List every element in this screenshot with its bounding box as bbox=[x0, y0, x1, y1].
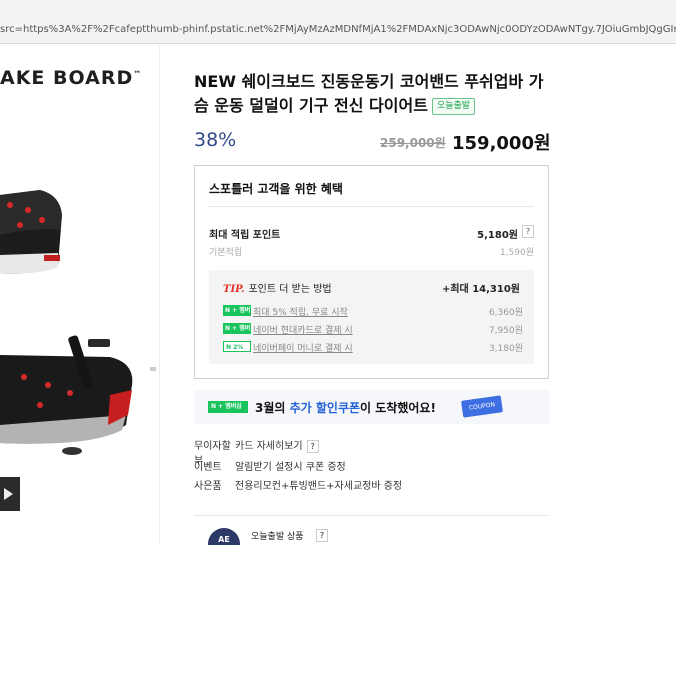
points-tip-box: TIP. 포인트 더 받는 방법 +최대 14,310원 N + 멤버십 최대 5… bbox=[209, 270, 534, 364]
store-logo: AE bbox=[208, 528, 240, 545]
tip-value: 6,360원 bbox=[488, 308, 523, 318]
tip-heading: TIP. 포인트 더 받는 방법 bbox=[223, 284, 332, 295]
browser-address-bar[interactable]: src=https%3A%2F%2Fcafeptthumb-phinf.psta… bbox=[0, 0, 676, 44]
benefit-title: 스포틀러 고객을 위한 혜택 bbox=[209, 182, 343, 196]
tip-row-card[interactable]: N + 멤버십 네이버 현대카드로 결제 시 7,950원 bbox=[223, 322, 523, 343]
benefit-divider bbox=[209, 206, 534, 207]
base-points-value: 1,590원 bbox=[499, 248, 534, 258]
naver-membership-icon: N + 멤버십 bbox=[223, 305, 251, 325]
blank-area bbox=[0, 545, 676, 676]
coupon-banner[interactable]: N + 멤버십 3월의 추가 할인쿠폰이 도착했어요! COUPON bbox=[194, 390, 549, 424]
tip-max-value: +최대 14,310원 bbox=[441, 284, 520, 295]
meta-value: 알림받기 설정시 쿠폰 증정 bbox=[235, 462, 346, 473]
benefit-box: 스포틀러 고객을 위한 혜택 최대 적립 포인트 5,180원 ? 기본적립 1… bbox=[194, 165, 549, 379]
store-name[interactable]: 오늘출발 상품 bbox=[251, 529, 304, 542]
tip-value: 3,180원 bbox=[488, 344, 523, 354]
coupon-ticket-icon: COUPON bbox=[461, 395, 503, 418]
shake-board-image bbox=[0, 190, 156, 455]
meta-key: 사은품 bbox=[194, 481, 222, 492]
max-points-value: 5,180원 bbox=[477, 230, 518, 241]
meta-key: 이벤트 bbox=[194, 462, 222, 473]
max-points-label: 최대 적립 포인트 bbox=[209, 230, 281, 241]
naver-pay-icon: N 2% bbox=[223, 341, 251, 352]
original-price: 259,000원 bbox=[380, 136, 446, 150]
store-help-icon[interactable]: ? bbox=[316, 529, 328, 542]
product-title: NEW 쉐이크보드 진동운동기 코어밴드 푸쉬업바 가슴 운동 덜덜이 기구 전… bbox=[194, 72, 544, 115]
discount-rate: 38% bbox=[194, 129, 237, 151]
tip-label[interactable]: 최대 5% 적립, 무료 시작 bbox=[253, 305, 348, 318]
naver-membership-icon: N + 멤버십 bbox=[223, 323, 251, 343]
coupon-text[interactable]: 3월의 추가 할인쿠폰이 도착했어요! bbox=[255, 399, 436, 416]
meta-value: 전용리모컨+튜빙밴드+자세교정바 증정 bbox=[235, 481, 403, 492]
sale-price: 159,000원 bbox=[452, 133, 551, 154]
tip-row-money[interactable]: N 2% 네이버페이 머니로 결제 시 3,180원 bbox=[223, 340, 523, 354]
store-card[interactable]: AE 오늘출발 상품 ? bbox=[194, 515, 549, 545]
max-points-help-icon[interactable]: ? bbox=[522, 225, 534, 238]
base-points-label: 기본적립 bbox=[209, 248, 243, 258]
base-points-row: 기본적립 1,590원 bbox=[209, 245, 534, 258]
product-image-brand: AKE BOARD™ bbox=[0, 67, 143, 89]
tip-row-membership[interactable]: N + 멤버십 최대 5% 적립, 무료 시작 6,360원 bbox=[223, 304, 523, 325]
meta-value[interactable]: 카드 자세히보기? bbox=[235, 437, 319, 453]
url-text[interactable]: src=https%3A%2F%2Fcafeptthumb-phinf.psta… bbox=[0, 24, 676, 40]
max-points-row: 최대 적립 포인트 5,180원 ? bbox=[209, 225, 534, 241]
product-image-panel[interactable]: AKE BOARD™ bbox=[0, 45, 160, 545]
installment-help-icon[interactable]: ? bbox=[306, 439, 319, 453]
tip-label[interactable]: 네이버 현대카드로 결제 시 bbox=[253, 323, 353, 336]
today-shipping-badge: 오늘출발 bbox=[431, 98, 476, 115]
tip-value: 7,950원 bbox=[488, 326, 523, 336]
naver-membership-icon: N + 멤버십 bbox=[208, 401, 248, 413]
tip-label[interactable]: 네이버페이 머니로 결제 시 bbox=[253, 341, 353, 354]
video-thumbnail-play-icon[interactable] bbox=[0, 477, 20, 511]
